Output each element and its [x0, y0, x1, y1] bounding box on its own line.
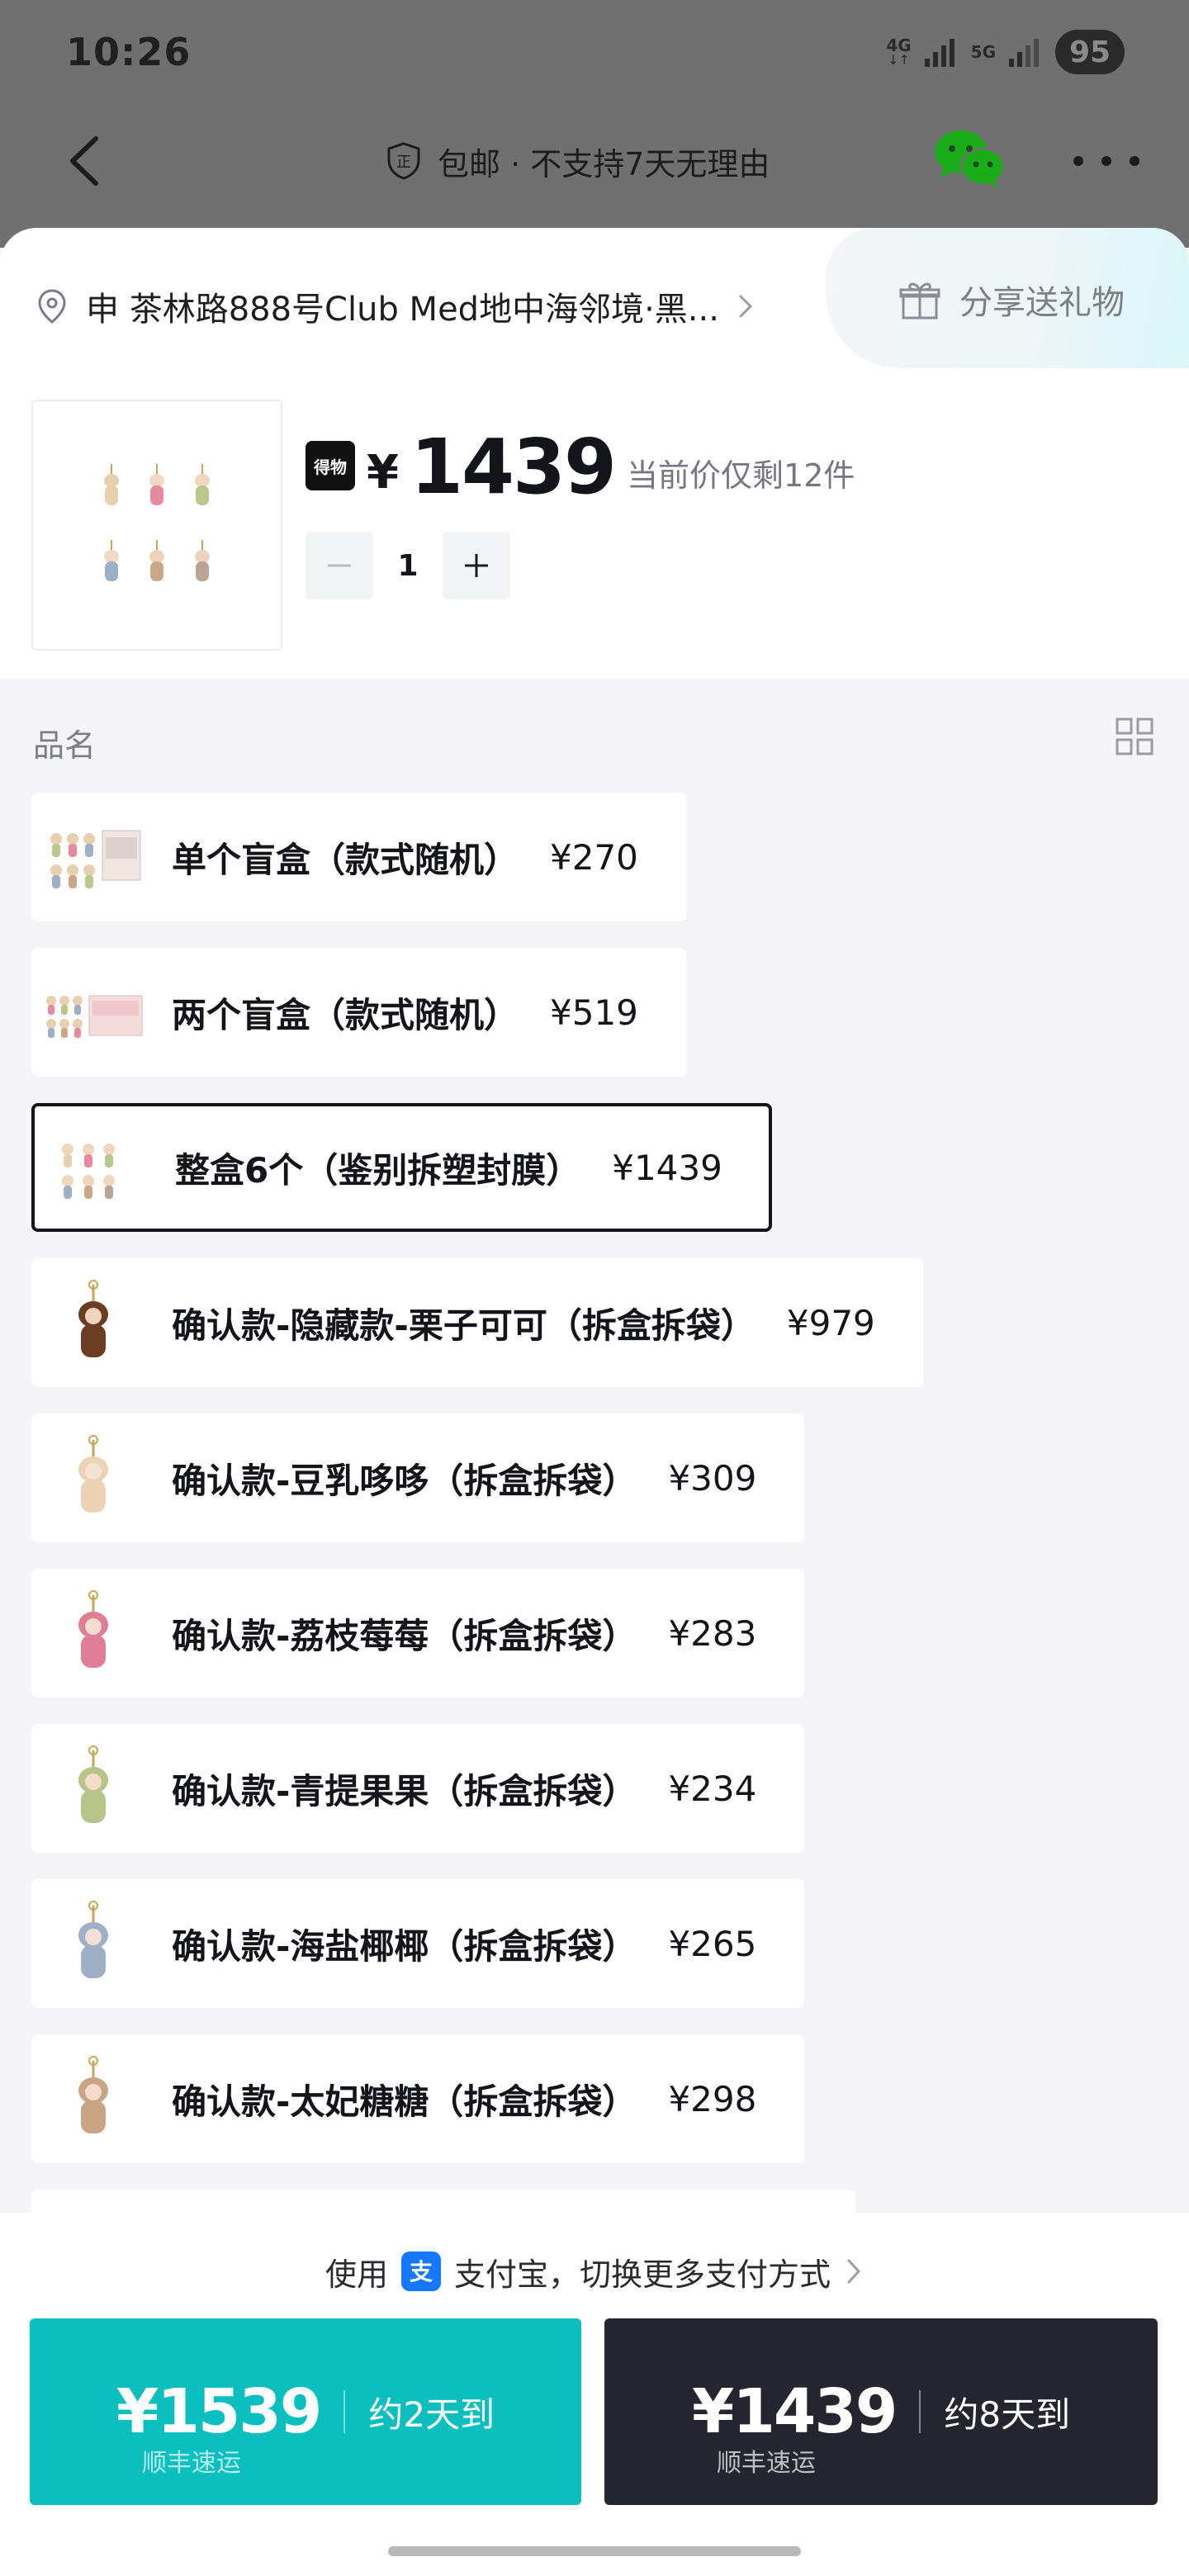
spec-option-price: ¥309: [668, 1457, 757, 1499]
spec-option-price: ¥979: [786, 1302, 875, 1343]
gift-box-icon: [899, 282, 940, 320]
spec-option-name: 确认款-海盐椰椰（拆盒拆袋）: [172, 1925, 637, 1967]
spec-option-price: ¥519: [550, 992, 638, 1033]
increase-quantity-button[interactable]: [443, 532, 510, 599]
spec-option-price: ¥265: [668, 1923, 757, 1964]
plus-icon: [465, 554, 488, 577]
current-price: 1439: [410, 423, 617, 511]
svg-text:正: 正: [396, 154, 411, 171]
spec-option[interactable]: 确认款-海盐椰椰（拆盒拆袋） ¥265: [31, 1879, 805, 2008]
buy-fast-shipping-button[interactable]: ¥1539 约2天到 顺丰速运: [30, 2318, 581, 2505]
standard-eta: 约8天到: [944, 2394, 1071, 2435]
currency-sign: ¥: [367, 446, 399, 500]
status-time: 10:26: [66, 30, 192, 74]
payment-method-text: 支付宝，切换更多支付方式: [454, 2256, 831, 2293]
spec-thumbnail: [46, 995, 143, 1038]
payment-method-selector[interactable]: 使用 支 支付宝，切换更多支付方式: [0, 2242, 1189, 2300]
bottom-purchase-bar: 使用 支 支付宝，切换更多支付方式 ¥1539 约2天到 顺丰速运 ¥1439 …: [0, 2213, 1189, 2576]
divider: [919, 2390, 921, 2433]
nav-title: 正 包邮 · 不支持7天无理由: [383, 132, 770, 190]
share-gift-label: 分享送礼物: [959, 284, 1125, 322]
spec-thumbnail: [50, 830, 141, 888]
standard-carrier: 顺丰速运: [717, 2449, 816, 2478]
stock-note: 当前价仅剩12件: [627, 457, 855, 494]
quantity-value[interactable]: 1: [373, 549, 443, 583]
spec-option[interactable]: 确认款-荔枝莓莓（拆盒拆袋） ¥283: [31, 1569, 805, 1698]
spec-option[interactable]: 单个盲盒（款式随机） ¥270: [31, 793, 686, 921]
nav-title-text: 包邮 · 不支持7天无理由: [438, 145, 770, 182]
spec-option-price: ¥234: [668, 1768, 757, 1809]
wechat-icon[interactable]: [933, 127, 1006, 192]
spec-option[interactable]: 确认款-太妃糖糖（拆盒拆袋） ¥298: [31, 2034, 805, 2163]
location-pin-icon: [38, 289, 66, 324]
fast-eta: 约2天到: [368, 2394, 495, 2435]
back-chevron-icon[interactable]: [59, 132, 117, 190]
home-indicator[interactable]: [388, 2546, 801, 2556]
spec-option-price: ¥298: [668, 2078, 757, 2119]
spec-thumbnail: [78, 2056, 108, 2133]
spec-title: 品名: [33, 727, 97, 764]
chevron-right-icon: [739, 295, 753, 318]
grid-view-icon[interactable]: [1115, 717, 1154, 756]
address-text: 申 茶林路888号Club Med地中海邻境·黑...: [86, 291, 719, 329]
spec-section: 品名 单个盲盒（款式随机） ¥270 两个盲盒（款式随机） ¥519 整盒6个（…: [0, 679, 1189, 2259]
spec-option-name: 确认款-太妃糖糖（拆盒拆袋）: [172, 2081, 637, 2122]
fast-carrier: 顺丰速运: [142, 2449, 241, 2478]
spec-option-name: 两个盲盒（款式随机）: [172, 994, 519, 1035]
minus-icon: [328, 564, 351, 567]
spec-thumbnail: [78, 1435, 108, 1513]
spec-thumbnail: [78, 1280, 108, 1357]
spec-thumbnail: [78, 1590, 108, 1668]
spec-option-price: ¥270: [550, 836, 638, 878]
purchase-sheet: 申 茶林路888号Club Med地中海邻境·黑... 分享送礼物 得物 ¥ 1…: [0, 228, 1189, 2259]
spec-option-name: 确认款-隐藏款-栗子可可（拆盒拆袋）: [172, 1305, 756, 1346]
spec-option[interactable]: 确认款-隐藏款-栗子可可（拆盒拆袋） ¥979: [31, 1258, 923, 1387]
spec-thumbnail: [62, 1144, 115, 1199]
network-5g: 5G: [970, 42, 996, 62]
nav-bar: 正 包邮 · 不支持7天无理由: [0, 116, 1189, 206]
spec-option-name: 确认款-豆乳哆哆（拆盒拆袋）: [172, 1460, 637, 1501]
spec-option-name: 整盒6个（鉴别拆塑封膜）: [175, 1149, 581, 1191]
signal-strength-icon: [924, 39, 955, 67]
divider: [343, 2390, 346, 2433]
alipay-icon: 支: [401, 2252, 441, 2291]
dewu-brand-badge: 得物: [306, 441, 355, 490]
product-image[interactable]: [31, 400, 282, 651]
battery-indicator: 95: [1055, 30, 1125, 74]
spec-option-price: ¥283: [668, 1612, 757, 1654]
certified-shield-icon: 正: [387, 142, 420, 180]
address-selector[interactable]: 申 茶林路888号Club Med地中海邻境·黑...: [33, 272, 793, 340]
share-gift-tab[interactable]: 分享送礼物: [826, 228, 1189, 368]
status-indicators: 4G ↓↑ 5G 95: [886, 30, 1125, 74]
spec-option-name: 确认款-青提果果（拆盒拆袋）: [172, 1770, 637, 1811]
price-row: 得物 ¥ 1439 当前价仅剩12件: [306, 429, 855, 505]
spec-thumbnail: [78, 1901, 108, 1978]
spec-option-selected[interactable]: 整盒6个（鉴别拆塑封膜） ¥1439: [31, 1103, 772, 1232]
decrease-quantity-button[interactable]: [306, 532, 373, 599]
more-dots-icon[interactable]: [1073, 140, 1139, 182]
spec-option[interactable]: 确认款-青提果果（拆盒拆袋） ¥234: [31, 1724, 805, 1853]
quantity-stepper: 1: [306, 532, 510, 599]
payment-prefix: 使用: [324, 2256, 388, 2293]
spec-option-name: 确认款-荔枝莓莓（拆盒拆袋）: [172, 1615, 637, 1656]
network-4g: 4G ↓↑: [886, 36, 912, 68]
signal-strength-icon-2: [1009, 39, 1039, 67]
spec-option[interactable]: 确认款-豆乳哆哆（拆盒拆袋） ¥309: [31, 1413, 805, 1542]
plush-figure-group: [104, 464, 210, 581]
status-bar: 10:26 4G ↓↑ 5G 95: [0, 0, 1189, 116]
spec-option[interactable]: 两个盲盒（款式随机） ¥519: [31, 948, 686, 1077]
standard-price: ¥1439: [691, 2376, 898, 2447]
buy-standard-shipping-button[interactable]: ¥1439 约8天到 顺丰速运: [604, 2318, 1158, 2505]
fast-price: ¥1539: [116, 2376, 322, 2447]
svg-text:支: 支: [410, 2258, 433, 2285]
spec-thumbnail: [78, 1745, 108, 1823]
spec-option-price: ¥1439: [612, 1147, 722, 1188]
spec-option-name: 单个盲盒（款式随机）: [172, 839, 519, 880]
chevron-right-icon: [847, 2259, 861, 2284]
